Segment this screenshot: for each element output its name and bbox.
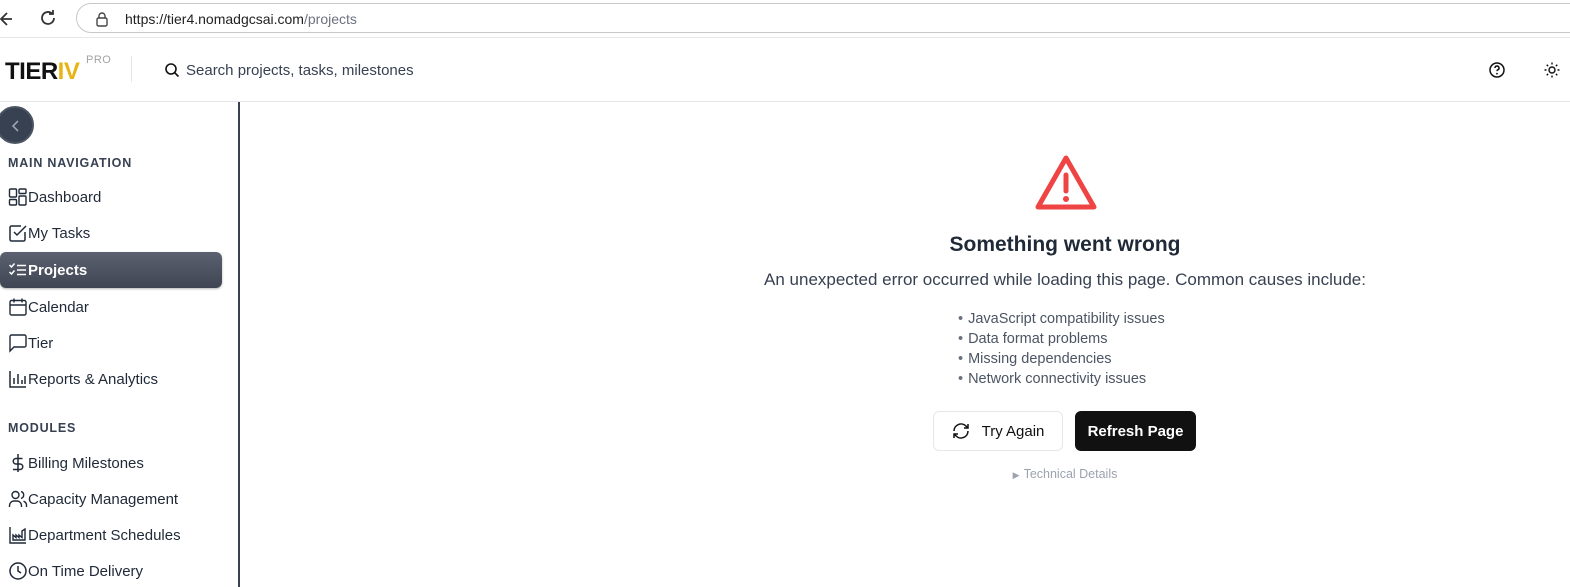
browser-toolbar: https://tier4.nomadgcsai.com/projects [0,0,1570,38]
bar-chart-icon [8,369,28,389]
search-input[interactable] [186,58,416,82]
error-description: An unexpected error occurred while loadi… [764,270,1366,289]
main-content: Something went wrong An unexpected error… [242,102,1570,587]
help-icon[interactable] [1488,61,1506,79]
logo[interactable]: TIERIV [5,58,80,86]
error-causes-list: JavaScript compatibility issues Data for… [958,309,1165,389]
sidebar-item-projects[interactable]: Projects [0,252,222,288]
users-icon [8,489,28,509]
section-title-modules: MODULES [8,421,77,435]
try-again-button[interactable]: Try Again [933,411,1063,451]
checkbox-icon [8,223,28,243]
logo-main-text: TIER [5,58,58,85]
reload-icon[interactable] [38,8,58,28]
pro-badge: PRO [86,54,112,66]
sidebar-item-label: My Tasks [28,224,91,242]
chevron-left-icon [11,120,19,132]
sidebar-item-tier[interactable]: Tier [0,325,222,361]
sidebar-item-calendar[interactable]: Calendar [0,289,222,325]
technical-details-toggle[interactable]: ▶ Technical Details [242,467,1570,481]
sidebar-item-label: Calendar [28,298,89,316]
error-title: Something went wrong [949,233,1181,256]
url-host: https://tier4.nomadgcsai.com [125,11,304,27]
url-text: https://tier4.nomadgcsai.com/projects [125,11,357,27]
calendar-icon [8,297,28,317]
collapse-sidebar-button[interactable] [0,106,34,144]
search-icon [164,62,180,78]
address-bar[interactable]: https://tier4.nomadgcsai.com/projects [76,3,1570,33]
refresh-page-button[interactable]: Refresh Page [1075,411,1196,451]
dashboard-icon [8,187,28,207]
try-again-label: Try Again [981,422,1045,440]
sidebar-item-label: Projects [28,261,88,279]
sidebar-item-billing-milestones[interactable]: Billing Milestones [0,445,222,481]
back-arrow-icon[interactable] [0,9,14,29]
lock-icon[interactable] [95,11,109,27]
sidebar-item-my-tasks[interactable]: My Tasks [0,215,222,251]
url-path: /projects [303,11,357,27]
sidebar-item-label: Reports & Analytics [28,370,159,388]
dollar-icon [8,453,28,473]
sidebar-item-department-schedules[interactable]: Department Schedules [0,517,222,553]
clock-icon [8,561,28,581]
triangle-right-icon: ▶ [1012,470,1020,480]
sidebar-item-on-time-delivery[interactable]: On Time Delivery [0,553,222,587]
list-item: Data format problems [958,329,1165,349]
list-checks-icon [8,260,28,280]
factory-chart-icon [8,525,28,545]
app-header: TIERIV PRO [0,38,1570,102]
sun-icon[interactable] [1543,61,1561,79]
sidebar-item-label: Dashboard [28,188,102,206]
header-divider [131,56,132,82]
sidebar-item-label: Department Schedules [28,526,181,544]
sidebar-item-label: Capacity Management [28,490,179,508]
sidebar-item-reports-analytics[interactable]: Reports & Analytics [0,361,222,397]
logo-accent-text: IV [57,58,80,85]
sidebar-item-label: Billing Milestones [28,454,144,472]
list-item: Network connectivity issues [958,369,1165,389]
sidebar-item-capacity-management[interactable]: Capacity Management [0,481,222,517]
section-title-main-navigation: MAIN NAVIGATION [8,156,133,170]
refresh-cw-icon [952,423,969,439]
technical-details-label: Technical Details [1023,467,1118,481]
list-item: JavaScript compatibility issues [958,309,1165,329]
sidebar-item-dashboard[interactable]: Dashboard [0,179,222,215]
list-item: Missing dependencies [958,349,1165,369]
sidebar: MAIN NAVIGATION Dashboard My Tasks Proje… [0,102,240,587]
sidebar-item-label: Tier [28,334,54,352]
warning-triangle-icon [1035,154,1097,212]
sidebar-item-label: On Time Delivery [28,562,144,580]
chat-icon [8,333,28,353]
